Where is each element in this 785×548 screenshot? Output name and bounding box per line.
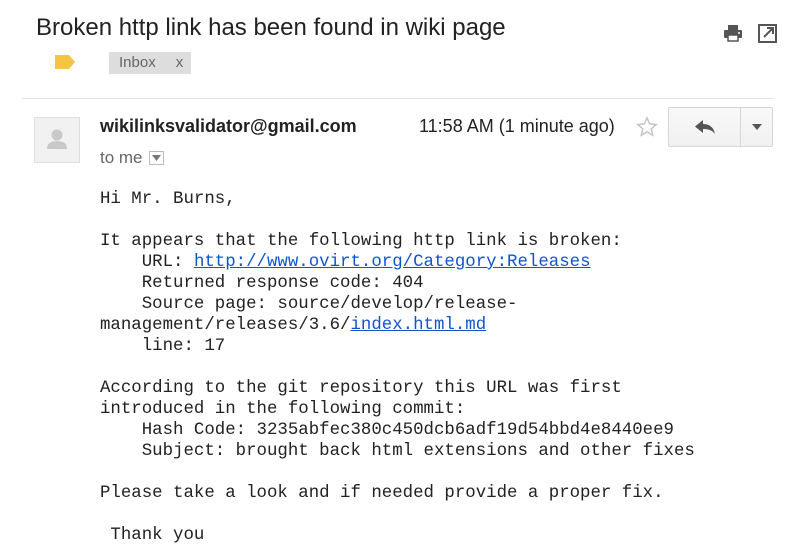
header-divider (22, 98, 774, 99)
recipient-details-button[interactable] (148, 150, 164, 165)
hash-code: Hash Code: 3235abfec380c450dcb6adf19d54b… (100, 421, 674, 440)
recipient-text: to me (100, 148, 143, 167)
reply-button[interactable] (669, 108, 741, 146)
request-text: Please take a look and if needed provide… (100, 484, 664, 503)
more-actions-button[interactable] (741, 108, 772, 146)
source-page-link[interactable]: index.html.md (350, 316, 486, 335)
sender-email[interactable]: wikilinksvalidator@gmail.com (100, 116, 357, 137)
reply-button-group (668, 107, 773, 147)
email-body: Hi Mr. Burns, It appears that the follow… (100, 189, 695, 546)
inbox-label-text: Inbox (119, 54, 156, 71)
git-text-1: According to the git repository this URL… (100, 379, 622, 398)
url-label: URL: (100, 253, 194, 272)
source-page-label: Source page: source/develop/release- (100, 295, 518, 314)
thanks-text: Thank you (100, 526, 205, 545)
inbox-label[interactable]: Inbox x (109, 52, 192, 74)
chevron-down-icon (151, 154, 161, 161)
email-subject: Broken http link has been found in wiki … (36, 14, 506, 41)
recipient-line: to me (100, 148, 164, 168)
response-code: Returned response code: 404 (100, 274, 424, 293)
commit-subject: Subject: brought back html extensions an… (100, 442, 695, 461)
sender-avatar[interactable] (34, 117, 80, 163)
star-icon[interactable] (636, 116, 658, 138)
git-text-2: introduced in the following commit: (100, 400, 466, 419)
tag-icon[interactable] (54, 54, 76, 70)
remove-label-button[interactable]: x (176, 54, 184, 71)
broken-url-link[interactable]: http://www.ovirt.org/Category:Releases (194, 253, 591, 272)
reply-icon (694, 120, 715, 134)
source-page-path: management/releases/3.6/ (100, 316, 351, 335)
line-number: line: 17 (100, 337, 226, 356)
avatar-icon (47, 129, 67, 149)
chevron-down-icon (751, 124, 762, 130)
greeting: Hi Mr. Burns, (100, 190, 236, 209)
print-icon[interactable] (722, 22, 744, 44)
email-timestamp: 11:58 AM (1 minute ago) (419, 116, 615, 136)
new-window-icon[interactable] (757, 22, 779, 44)
intro-text: It appears that the following http link … (100, 232, 622, 251)
